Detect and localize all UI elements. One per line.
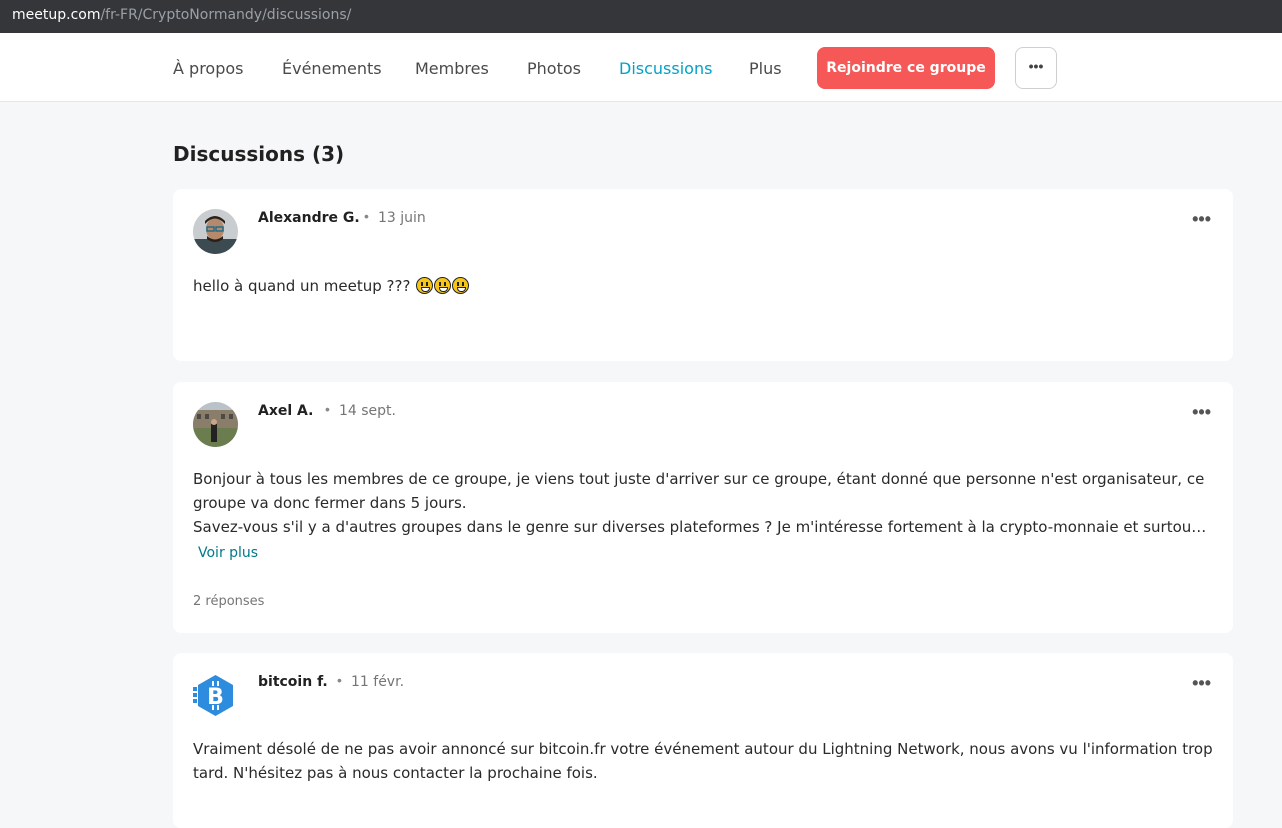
separator-dot: • (325, 401, 330, 417)
discussion-menu-icon[interactable]: ••• (1192, 209, 1211, 230)
discussion-menu-icon[interactable]: ••• (1192, 402, 1211, 423)
discussion-card[interactable]: Axel A. • 14 sept. ••• Bonjour à tous le… (173, 382, 1233, 633)
group-nav-bar: À propos Événements Membres Photos Discu… (0, 33, 1282, 102)
grinning-face-icon (434, 277, 452, 294)
url-path: /fr-FR/CryptoNormandy/discussions/ (100, 7, 352, 23)
post-date: 14 sept. (339, 403, 396, 419)
more-options-button[interactable]: ••• (1015, 47, 1057, 89)
author-name[interactable]: Alexandre G. (258, 210, 360, 226)
discussion-card[interactable]: B bitcoin f. • 11 févr. ••• Vraiment dés… (173, 653, 1233, 828)
svg-text:B: B (207, 685, 224, 710)
bitcoin-logo-avatar[interactable]: B (193, 673, 238, 718)
join-group-button[interactable]: Rejoindre ce groupe (817, 47, 995, 89)
page-title: Discussions (3) (173, 142, 345, 166)
separator-dot: • (337, 672, 342, 688)
discussion-body: hello à quand un meetup ??? (193, 274, 1213, 298)
nav-item-a-propos[interactable]: À propos (173, 59, 243, 78)
nav-item-photos[interactable]: Photos (527, 59, 581, 78)
nav-item-plus[interactable]: Plus (749, 59, 782, 78)
author-name[interactable]: bitcoin f. (258, 674, 328, 690)
discussion-body: Bonjour à tous les membres de ce groupe,… (193, 467, 1213, 539)
discussion-text-line: Savez-vous s'il y a d'autres groupes dan… (193, 518, 1211, 536)
discussion-body: Vraiment désolé de ne pas avoir annoncé … (193, 737, 1213, 785)
author-name[interactable]: Axel A. (258, 403, 313, 419)
grinning-face-icon (452, 277, 470, 294)
separator-dot: • (364, 208, 369, 224)
discussion-card[interactable]: Alexandre G. • 13 juin ••• hello à quand… (173, 189, 1233, 361)
browser-url-bar[interactable]: meetup.com/fr-FR/CryptoNormandy/discussi… (0, 0, 1282, 33)
see-more-link[interactable]: Voir plus (198, 545, 258, 561)
url-host: meetup.com (12, 7, 101, 23)
discussion-text: hello à quand un meetup ??? (193, 277, 411, 295)
replies-count[interactable]: 2 réponses (193, 594, 264, 609)
nav-item-evenements[interactable]: Événements (282, 59, 382, 78)
discussion-menu-icon[interactable]: ••• (1192, 673, 1211, 694)
discussion-text-line: Bonjour à tous les membres de ce groupe,… (193, 470, 1205, 512)
post-date: 11 févr. (351, 674, 405, 690)
post-date: 13 juin (378, 210, 426, 226)
grinning-face-icon (416, 277, 434, 294)
nav-item-discussions[interactable]: Discussions (619, 59, 712, 78)
discussion-text: Vraiment désolé de ne pas avoir annoncé … (193, 740, 1213, 782)
avatar[interactable] (193, 402, 238, 447)
avatar[interactable] (193, 209, 238, 254)
nav-item-membres[interactable]: Membres (415, 59, 489, 78)
